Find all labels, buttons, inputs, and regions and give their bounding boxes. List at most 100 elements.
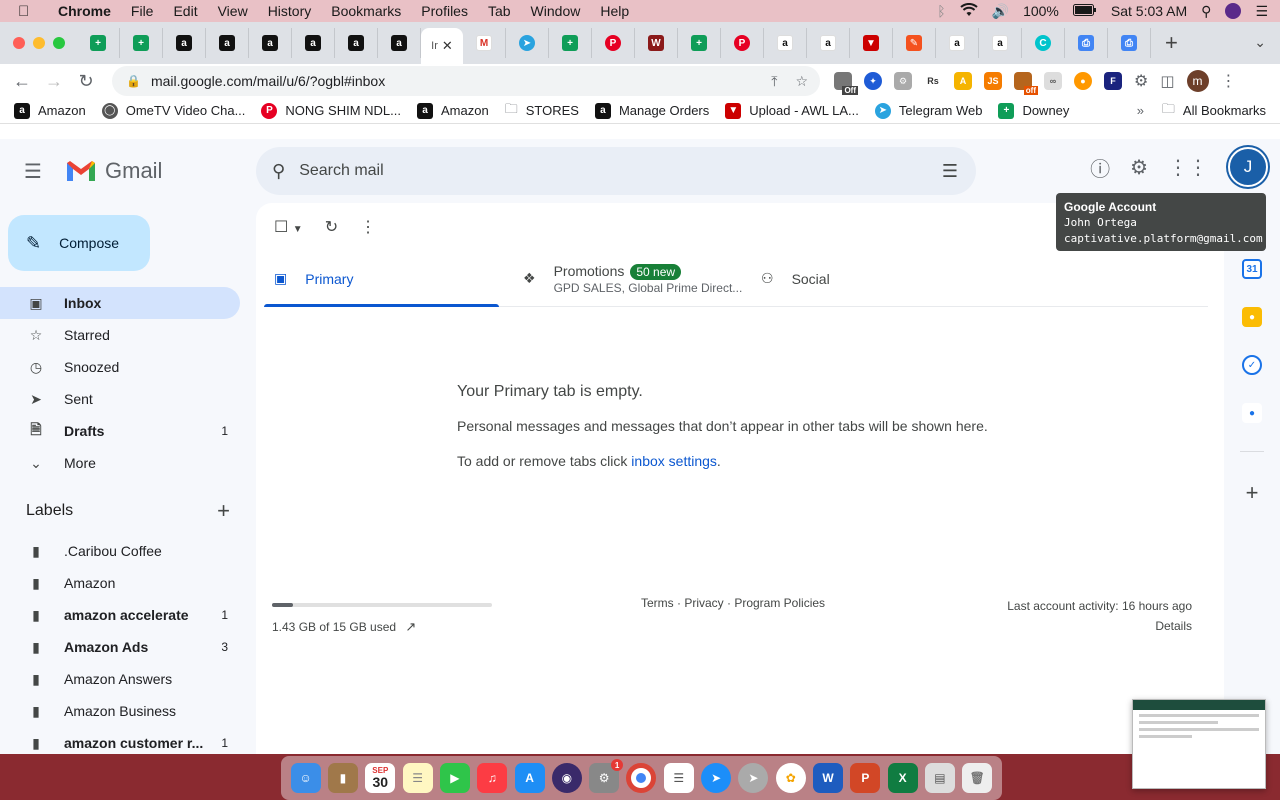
browser-tab[interactable]: + [77, 28, 120, 58]
bookmarks-overflow-icon[interactable]: » [1137, 103, 1144, 118]
screenshot-thumbnail[interactable] [1132, 699, 1266, 789]
google-apps-icon[interactable]: ⋮⋮ [1168, 155, 1208, 180]
extension-orange-icon[interactable]: ● [1074, 72, 1092, 90]
volume-icon[interactable]: 🔊 [992, 3, 1009, 20]
inbox-settings-link[interactable]: inbox settings [631, 453, 717, 469]
label-item[interactable]: ▮ amazon accelerate 1 [0, 599, 240, 631]
tab-search-chevron-icon[interactable]: ⌄ [1254, 34, 1266, 51]
chrome-menu-icon[interactable]: ⋮ [1221, 71, 1237, 91]
contacts-icon[interactable]: ● [1242, 403, 1262, 423]
spotlight-search-icon[interactable]: ⚲ [1201, 3, 1211, 20]
menu-help[interactable]: Help [600, 3, 629, 19]
browser-tab[interactable]: P [592, 28, 635, 58]
menu-view[interactable]: View [218, 3, 248, 19]
settings-gear-icon[interactable]: ⚙ [1130, 155, 1148, 180]
nav-inbox[interactable]: ▣ Inbox [0, 287, 240, 319]
safari-icon[interactable]: ➤ [701, 763, 732, 793]
policy-links[interactable]: Terms · Privacy · Program Policies [641, 596, 825, 610]
browser-tab[interactable]: a [163, 28, 206, 58]
label-item[interactable]: ▮ Amazon Ads 3 [0, 631, 240, 663]
label-item[interactable]: ▮ Amazon Business [0, 695, 240, 727]
refresh-icon[interactable]: ↻ [325, 217, 338, 237]
support-icon[interactable]: ⓘ [1090, 153, 1110, 182]
browser-tab[interactable]: + [120, 28, 163, 58]
share-icon[interactable]: ⤒ [771, 73, 777, 90]
bookmark-item[interactable]: ➤ Telegram Web [874, 102, 982, 119]
calendar-icon[interactable]: 31 [1242, 259, 1262, 279]
label-item[interactable]: ▮ .Caribou Coffee [0, 535, 240, 567]
label-item[interactable]: ▮ amazon customer r... 1 [0, 727, 240, 754]
control-center-icon[interactable]: ☰ [1255, 3, 1268, 20]
notes-book-icon[interactable]: ▮ [327, 763, 358, 793]
excel-icon[interactable]: X [887, 763, 918, 793]
browser-tab[interactable]: a [206, 28, 249, 58]
menu-app-name[interactable]: Chrome [58, 3, 111, 19]
bookmark-item[interactable]: ◯ OmeTV Video Cha... [101, 102, 245, 119]
bookmark-star-icon[interactable]: ☆ [795, 73, 808, 90]
tab-primary[interactable]: ▣ Primary [264, 251, 499, 307]
reload-button[interactable]: ↻ [70, 71, 102, 92]
browser-tab[interactable]: a [292, 28, 335, 58]
external-link-icon[interactable]: ↗ [405, 619, 416, 634]
photos-icon[interactable]: ✿ [775, 763, 806, 793]
keep-icon[interactable]: ● [1242, 307, 1262, 327]
bookmark-item[interactable]: a Amazon [417, 102, 489, 119]
browser-tab[interactable]: ⎙ [1065, 28, 1108, 58]
menu-bookmarks[interactable]: Bookmarks [331, 3, 401, 19]
chevron-down-icon[interactable]: ▼ [293, 224, 303, 235]
more-options-icon[interactable]: ⋮ [360, 217, 376, 237]
browser-tab[interactable]: C [1022, 28, 1065, 58]
extensions-puzzle-icon[interactable]: ⚙ [1134, 71, 1148, 91]
menu-tab[interactable]: Tab [488, 3, 511, 19]
extension-f-icon[interactable]: F [1104, 72, 1122, 90]
extension-blue-icon[interactable]: ✦ [864, 72, 882, 90]
bookmark-item[interactable]: P NONG SHIM NDL... [261, 102, 401, 119]
menu-file[interactable]: File [131, 3, 154, 19]
notes-icon[interactable]: ☰ [402, 763, 433, 793]
bookmark-item[interactable]: a Amazon [14, 102, 86, 119]
back-button[interactable]: ← [6, 71, 38, 92]
search-input[interactable]: Search mail [299, 162, 383, 180]
details-link[interactable]: Details [1007, 616, 1192, 636]
battery-icon[interactable] [1072, 3, 1097, 19]
launchpad-icon[interactable]: ➤ [738, 763, 769, 793]
facetime-icon[interactable]: ▶ [439, 763, 470, 793]
extension-ascent-icon[interactable]: A [954, 72, 972, 90]
calendar-icon[interactable]: SEP 30 [365, 763, 396, 793]
label-item[interactable]: ▮ Amazon Answers [0, 663, 240, 695]
downloads-stack-icon[interactable]: ▤ [924, 763, 955, 793]
powerpoint-icon[interactable]: P [850, 763, 881, 793]
search-options-icon[interactable]: ☰ [942, 161, 958, 182]
tasks-icon[interactable]: ✓ [1242, 355, 1262, 375]
browser-tab[interactable]: + [678, 28, 721, 58]
bookmark-item[interactable]: + Downey [998, 102, 1069, 119]
add-addon-icon[interactable]: + [1246, 480, 1259, 506]
browser-tab[interactable]: W [635, 28, 678, 58]
nav-snoozed[interactable]: ◷ Snoozed [0, 351, 240, 383]
bookmark-item[interactable]: a Manage Orders [594, 102, 709, 119]
side-panel-icon[interactable]: ◫ [1160, 72, 1174, 90]
siri-icon[interactable]: ◉ [551, 763, 582, 793]
bookmark-item[interactable]: ▼ Upload - AWL LA... [725, 102, 859, 119]
browser-tab[interactable]: a [979, 28, 1022, 58]
label-item[interactable]: ▮ Amazon [0, 567, 240, 599]
browser-tab[interactable]: a [936, 28, 979, 58]
main-menu-icon[interactable]: ☰ [24, 159, 48, 184]
apple-icon[interactable]:  [18, 3, 36, 20]
menu-edit[interactable]: Edit [173, 3, 197, 19]
browser-tab[interactable]: P [721, 28, 764, 58]
extension-off2-icon[interactable]: off [1014, 72, 1038, 95]
nav-sent[interactable]: ➤ Sent [0, 383, 240, 415]
word-icon[interactable]: W [813, 763, 844, 793]
browser-tab[interactable]: a [335, 28, 378, 58]
browser-tab[interactable]: M [463, 28, 506, 58]
app-store-icon[interactable]: A [514, 763, 545, 793]
extension-link-icon[interactable]: ∞ [1044, 72, 1062, 90]
browser-tab[interactable]: ▼ [850, 28, 893, 58]
tab-social[interactable]: ⚇ Social [751, 251, 830, 306]
browser-tab[interactable]: a [378, 28, 421, 58]
extension-js-icon[interactable]: JS [984, 72, 1002, 90]
chrome-profile-avatar[interactable]: m [1186, 70, 1209, 92]
account-avatar[interactable]: J [1228, 147, 1268, 187]
browser-tab[interactable]: a [807, 28, 850, 58]
